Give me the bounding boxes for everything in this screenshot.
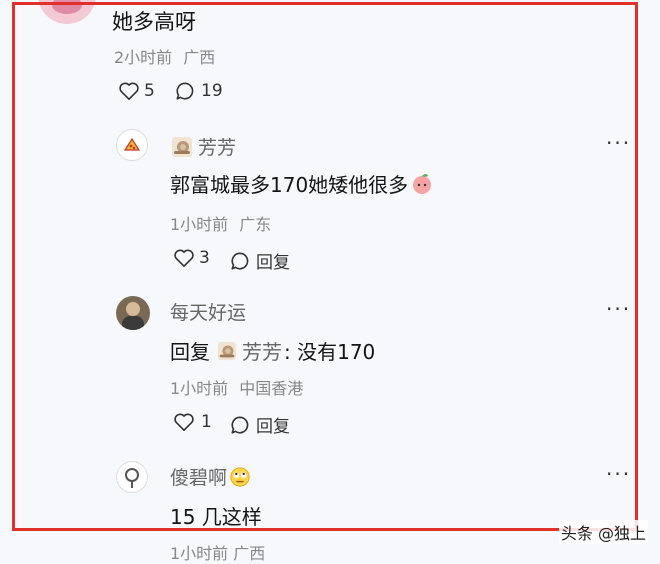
reply-label: 回复 bbox=[256, 253, 290, 273]
heart-icon bbox=[118, 81, 140, 101]
reply-author[interactable]: 傻碧啊 bbox=[170, 463, 251, 490]
peach-emoji-icon bbox=[410, 172, 434, 196]
comment-bubble-icon bbox=[230, 415, 250, 435]
comment-meta: 2小时前 广西 bbox=[114, 44, 215, 68]
reply-author-name[interactable]: 每天好运 bbox=[170, 298, 246, 325]
reply-button[interactable]: 回复 bbox=[230, 248, 290, 273]
reply-button[interactable]: 回复 bbox=[230, 412, 290, 437]
more-options-icon[interactable]: ··· bbox=[606, 131, 631, 155]
like-button[interactable]: 5 bbox=[118, 81, 155, 101]
more-options-icon[interactable]: ··· bbox=[606, 462, 631, 486]
reply-prefix: 回复 bbox=[170, 340, 210, 364]
reply-location: 广东 bbox=[239, 215, 272, 234]
snail-badge-icon bbox=[170, 135, 194, 159]
reply-label: 回复 bbox=[256, 417, 290, 437]
reply-author-name: 芳芳 bbox=[198, 137, 237, 159]
comment-location: 广西 bbox=[183, 48, 216, 67]
avatar[interactable] bbox=[38, 0, 96, 24]
avatar[interactable] bbox=[116, 296, 150, 330]
like-count: 1 bbox=[201, 412, 212, 432]
avatar[interactable] bbox=[116, 461, 148, 493]
reply-count: 19 bbox=[201, 81, 223, 101]
reply-author[interactable]: 芳芳 bbox=[170, 133, 236, 160]
like-count: 3 bbox=[199, 248, 210, 268]
reply-author-name: 傻碧啊 bbox=[170, 467, 228, 489]
avatar[interactable] bbox=[116, 129, 148, 161]
reply-time: 1小时前 bbox=[170, 215, 229, 234]
reply-meta: 1小时前 广东 bbox=[170, 211, 271, 235]
like-count: 5 bbox=[144, 81, 155, 101]
comment-time: 2小时前 bbox=[114, 48, 173, 67]
like-button[interactable]: 1 bbox=[173, 412, 212, 432]
comment-text: 她多高呀 bbox=[112, 10, 196, 34]
reply-to-name[interactable]: 芳芳 bbox=[242, 336, 282, 365]
reply-text: 郭富城最多170她矮他很多 bbox=[170, 169, 434, 198]
watermark: 头条 @独上 bbox=[558, 520, 648, 544]
reply-text: 15 几这样 bbox=[170, 505, 262, 529]
more-options-icon[interactable]: ··· bbox=[606, 297, 631, 321]
eye-roll-emoji-icon bbox=[229, 466, 251, 488]
comment-bubble-icon bbox=[230, 251, 250, 271]
comment-bubble-icon bbox=[175, 81, 195, 101]
highlight-frame bbox=[12, 2, 638, 531]
reply-location: 中国香港 bbox=[239, 379, 304, 398]
reply-meta: 1小时前 中国香港 bbox=[170, 375, 303, 399]
like-button[interactable]: 3 bbox=[173, 248, 210, 268]
reply-text: 回复 芳芳 : 没有170 bbox=[170, 336, 375, 365]
reply-body: : 没有170 bbox=[284, 340, 376, 364]
reply-meta: 1小时前 广西 bbox=[170, 544, 266, 563]
heart-icon bbox=[173, 248, 195, 268]
reply-button[interactable]: 19 bbox=[175, 81, 223, 101]
snail-badge-icon bbox=[216, 340, 238, 362]
heart-icon bbox=[173, 412, 195, 432]
reply-time: 1小时前 bbox=[170, 379, 229, 398]
